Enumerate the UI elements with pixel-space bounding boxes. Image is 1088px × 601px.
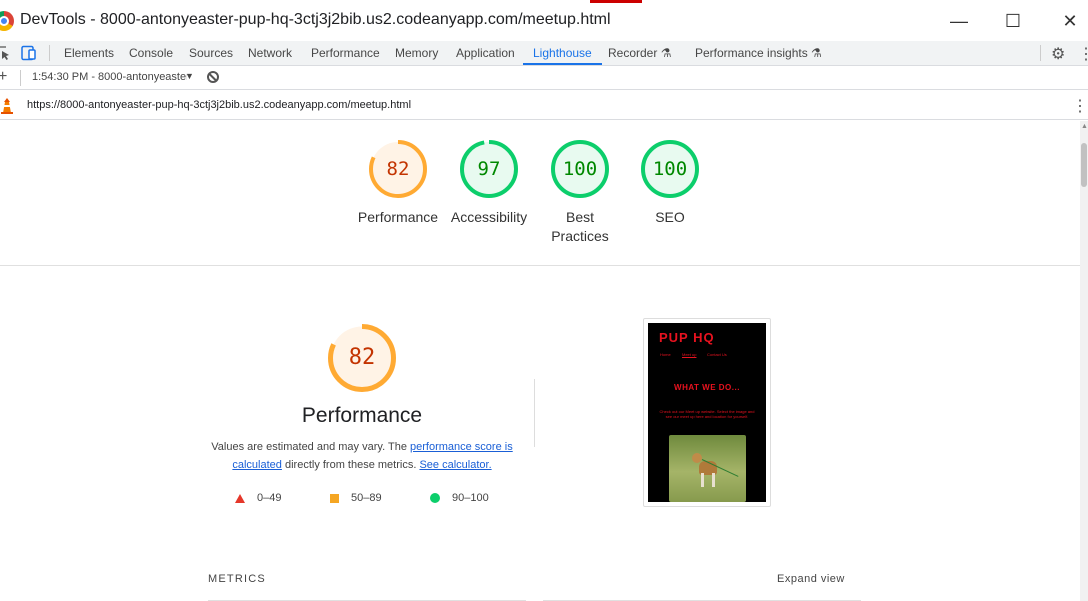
gauge-seo[interactable]: 100 — [640, 139, 700, 199]
screenshot-blurb: Check out our Meet up website. Select th… — [659, 409, 755, 419]
gear-icon[interactable]: ⚙ — [1051, 44, 1065, 64]
square-icon — [330, 493, 339, 503]
performance-gauge-large: 82 — [327, 323, 397, 393]
tab-lighthouse[interactable]: Lighthouse — [523, 41, 602, 65]
close-button[interactable]: ✕ — [1055, 8, 1085, 34]
devtools-tabbar: Elements Console Sources Network Perform… — [0, 41, 1088, 66]
tab-application[interactable]: Application — [456, 41, 515, 65]
dog-shape — [701, 473, 704, 487]
legend-average: 50–89 — [330, 492, 382, 504]
report-selector[interactable]: 1:54:30 PM - 8000-antonyeaster-pup-hq-3c… — [32, 71, 187, 83]
gauge-label: Performance — [357, 209, 439, 225]
description-text: Values are estimated and may vary. The — [211, 441, 410, 453]
tab-memory[interactable]: Memory — [395, 41, 438, 65]
more-options-icon[interactable]: ⋮ — [1078, 44, 1088, 64]
screenshot-nav-item: Contact Us — [707, 352, 727, 357]
dog-shape — [712, 473, 715, 487]
report-url-bar: https://8000-antonyeaster-pup-hq-3ctj3j2… — [0, 91, 1088, 120]
screenshot-nav-item: Home — [660, 352, 671, 357]
legend-fail: 0–49 — [235, 492, 281, 504]
category-description: Values are estimated and may vary. The p… — [207, 438, 517, 474]
see-calculator-link[interactable]: See calculator. — [419, 459, 491, 471]
category-title: Performance — [301, 404, 423, 427]
final-screenshot[interactable]: PUP HQ Home Meet up Contact Us WHAT WE D… — [643, 318, 771, 507]
screenshot-nav-item: Meet up — [682, 352, 697, 357]
triangle-icon — [235, 493, 245, 503]
gauge-label: Best Practices — [530, 208, 630, 246]
legend-range: 50–89 — [351, 492, 382, 504]
scroll-up-icon[interactable]: ▲ — [1081, 123, 1088, 130]
screenshot-page: PUP HQ Home Meet up Contact Us WHAT WE D… — [648, 323, 766, 502]
circle-icon — [430, 493, 440, 503]
legend-range: 0–49 — [257, 492, 282, 504]
gauge-value: 100 — [562, 158, 598, 180]
lighthouse-icon — [1, 98, 13, 114]
maximize-button[interactable]: ☐ — [998, 8, 1028, 34]
column-divider — [534, 379, 535, 447]
gauge-performance[interactable]: 82 — [368, 139, 428, 199]
window-titlebar: DevTools - 8000-antonyeaster-pup-hq-3ctj… — [0, 0, 1088, 41]
tab-performance-insights[interactable]: Performance insights ⚗ — [695, 41, 822, 65]
toolbar-divider — [49, 45, 50, 61]
dog-photo — [669, 435, 746, 502]
gauge-value: 82 — [386, 158, 410, 180]
gauge-value: 100 — [652, 158, 688, 180]
screenshot-heading: WHAT WE DO... — [674, 383, 740, 392]
lighthouse-report-toolbar: + 1:54:30 PM - 8000-antonyeaster-pup-hq-… — [0, 66, 1088, 90]
report-url: https://8000-antonyeaster-pup-hq-3ctj3j2… — [27, 99, 412, 111]
gauge-label-line: Practices — [551, 228, 609, 244]
gauge-label-line: Best — [565, 209, 594, 225]
tab-sources[interactable]: Sources — [189, 41, 233, 65]
legend-range: 90–100 — [452, 492, 489, 504]
inspect-element-icon[interactable] — [0, 45, 11, 61]
gauge-accessibility[interactable]: 97 — [459, 139, 519, 199]
more-options-icon[interactable]: ⋮ — [1072, 96, 1088, 116]
section-divider — [0, 265, 1080, 266]
legend-pass: 90–100 — [430, 492, 489, 504]
tab-recorder[interactable]: Recorder ⚗ — [608, 41, 671, 65]
metrics-heading: METRICS — [208, 573, 266, 585]
tab-network[interactable]: Network — [248, 41, 292, 65]
minimize-button[interactable]: — — [944, 8, 974, 34]
screenshot-brand: PUP HQ — [659, 330, 715, 345]
expand-view-toggle[interactable]: Expand view — [777, 573, 845, 585]
scrollbar-thumb[interactable] — [1081, 143, 1087, 187]
description-text: directly from these metrics. — [281, 459, 420, 471]
tab-console[interactable]: Console — [129, 41, 173, 65]
new-report-button[interactable]: + — [0, 68, 7, 86]
chrome-icon — [0, 11, 14, 31]
lighthouse-report: 82 Performance 97 Accessibility 100 Best… — [0, 121, 1080, 601]
gauge-value: 82 — [348, 345, 376, 370]
gauge-value: 97 — [477, 158, 501, 180]
vertical-scrollbar[interactable]: ▲ — [1080, 121, 1088, 601]
chevron-down-icon[interactable]: ▼ — [185, 71, 194, 81]
clear-icon[interactable] — [207, 71, 219, 83]
tab-performance[interactable]: Performance — [311, 41, 380, 65]
toolbar-divider — [20, 70, 21, 86]
gauge-label: Accessibility — [450, 209, 528, 225]
gauge-label: SEO — [655, 209, 685, 225]
red-accent — [590, 0, 642, 3]
window-title: DevTools - 8000-antonyeaster-pup-hq-3ctj… — [20, 11, 611, 28]
gauge-best-practices[interactable]: 100 — [550, 139, 610, 199]
tab-elements[interactable]: Elements — [64, 41, 114, 65]
toolbar-divider — [1040, 45, 1041, 61]
device-toolbar-icon[interactable] — [21, 45, 37, 61]
